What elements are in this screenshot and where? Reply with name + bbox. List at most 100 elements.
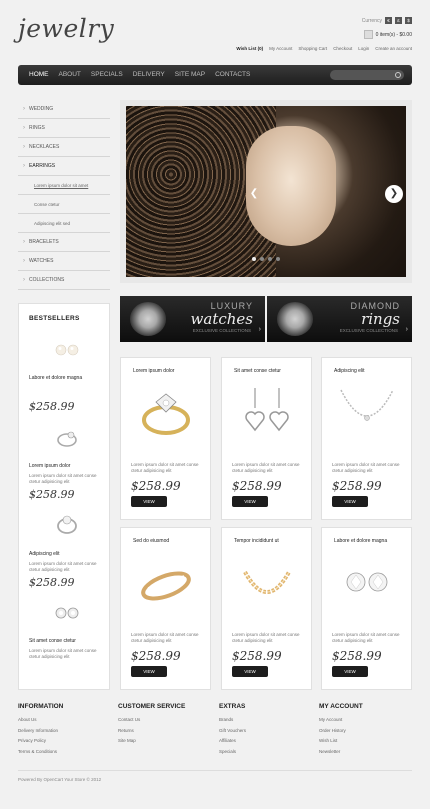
banner-watches[interactable]: LUXURY watches EXCLUSIVE COLLECTIONS › — [120, 296, 265, 342]
footer-link[interactable]: Order History — [319, 728, 409, 739]
banner-main-text: watches — [190, 310, 253, 328]
bestseller-name[interactable]: Adipiscing elit — [29, 551, 60, 557]
product-card: Tempor incididunt ut Lorem ipsum dolor s… — [221, 527, 312, 690]
nav-about[interactable]: About — [54, 65, 86, 85]
slider-dot[interactable] — [252, 257, 256, 261]
solitaire-ring-icon[interactable] — [52, 514, 82, 536]
bestseller-desc: Lorem ipsum dolor sit amet conse ctetur … — [29, 561, 97, 572]
footer-link[interactable]: Gift Vouchers — [219, 728, 309, 739]
watch-icon — [130, 302, 166, 336]
nav-specials[interactable]: Specials — [86, 65, 128, 85]
currency-pound-button[interactable]: £ — [395, 17, 402, 24]
view-button[interactable]: View — [332, 496, 368, 507]
product-title[interactable]: Lorem ipsum dolor — [133, 368, 174, 374]
footer-link[interactable]: Site Map — [118, 738, 208, 749]
category-watches[interactable]: Watches — [18, 252, 110, 271]
stud-earrings-icon[interactable] — [52, 602, 82, 624]
checkout-link[interactable]: Checkout — [333, 46, 352, 51]
diamond-studs-icon[interactable] — [337, 552, 397, 614]
product-title[interactable]: Sit amet conse ctetur — [234, 368, 281, 374]
view-button[interactable]: View — [131, 496, 167, 507]
view-button[interactable]: View — [131, 666, 167, 677]
create-account-link[interactable]: Create an account — [375, 46, 412, 51]
footer-link[interactable]: About Us — [18, 717, 108, 728]
nav-contacts[interactable]: Contacts — [210, 65, 255, 85]
chevron-right-icon: › — [258, 326, 261, 333]
category-necklaces[interactable]: Necklaces — [18, 138, 110, 157]
footer-link[interactable]: Specials — [219, 749, 309, 760]
currency-euro-button[interactable]: € — [385, 17, 392, 24]
product-desc: Lorem ipsum dolor sit amet conse ctetur … — [131, 462, 199, 473]
hero-image-face — [246, 126, 336, 246]
category-earrings[interactable]: Earrings — [18, 157, 110, 176]
footer-link[interactable]: Delivery Information — [18, 728, 108, 739]
footer-link[interactable]: Returns — [118, 728, 208, 739]
category-collections[interactable]: Collections — [18, 271, 110, 290]
hero-image — [126, 106, 406, 277]
nav-home[interactable]: Home — [24, 65, 54, 85]
site-logo[interactable]: jewelry — [18, 14, 114, 43]
category-rings[interactable]: Rings — [18, 119, 110, 138]
footer-link[interactable]: Wish List — [319, 738, 409, 749]
my-account-link[interactable]: My Account — [269, 46, 292, 51]
powered-by-text: Powered By OpenCart Your Store © 2012 — [18, 777, 102, 782]
bestseller-name[interactable]: Lorem ipsum dolor — [29, 463, 70, 469]
wishlist-link[interactable]: Wish List (0) — [236, 46, 263, 51]
banner-rings[interactable]: DIAMOND rings EXCLUSIVE COLLECTIONS › — [267, 296, 412, 342]
cart-summary[interactable]: 0 item(s) - $0.00 — [363, 30, 412, 39]
slider-dot[interactable] — [268, 257, 272, 261]
product-title[interactable]: Sed do eiusmod — [133, 538, 169, 544]
slider-prev-button[interactable]: ❮ — [248, 188, 260, 200]
silver-necklace-icon[interactable] — [337, 382, 397, 444]
nav-delivery[interactable]: Delivery — [128, 65, 170, 85]
footer-divider — [18, 770, 412, 771]
shopping-cart-link[interactable]: Shopping Cart — [298, 46, 327, 51]
currency-dollar-button[interactable]: $ — [405, 17, 412, 24]
search-input[interactable] — [330, 70, 404, 80]
bestsellers-box: BESTSELLERS Labore et dolore magna $258.… — [18, 303, 110, 690]
product-price: $258.99 — [332, 649, 382, 663]
product-card: Labore et dolore magna Lorem ipsum dolor… — [321, 527, 412, 690]
product-title[interactable]: Labore et dolore magna — [334, 538, 387, 544]
slider-dot[interactable] — [260, 257, 264, 261]
footer-link[interactable]: Newsletter — [319, 749, 409, 760]
heart-earrings-icon[interactable] — [237, 382, 297, 444]
footer-my-account: My Account My Account Order History Wish… — [319, 703, 409, 759]
footer-link[interactable]: Privacy Policy — [18, 738, 108, 749]
cart-icon — [363, 30, 373, 39]
bestseller-name[interactable]: Sit amet conse ctetur — [29, 638, 76, 644]
slider-dot[interactable] — [276, 257, 280, 261]
category-wedding[interactable]: Wedding — [18, 100, 110, 119]
gold-bracelet-icon[interactable] — [237, 552, 297, 614]
subcategory-item[interactable]: Conse ctetur — [18, 195, 110, 214]
nav-site-map[interactable]: Site map — [170, 65, 210, 85]
bestseller-name[interactable]: Labore et dolore magna — [29, 375, 82, 381]
footer-customer-service: Customer Service Contact Us Returns Site… — [118, 703, 208, 749]
ring-icon — [277, 302, 313, 336]
category-bracelets[interactable]: Bracelets — [18, 233, 110, 252]
footer-link[interactable]: Terms & Conditions — [18, 749, 108, 760]
bestsellers-title: BESTSELLERS — [29, 315, 80, 322]
gold-ring-icon[interactable] — [136, 382, 196, 444]
pearl-earrings-icon[interactable] — [52, 339, 82, 361]
chevron-right-icon: › — [405, 326, 408, 333]
product-price: $258.99 — [232, 649, 282, 663]
subcategory-item[interactable]: Adipiscing elit sed — [18, 214, 110, 233]
bestseller-price: $258.99 — [29, 400, 75, 413]
diamond-ring-icon[interactable] — [52, 427, 82, 449]
footer-link[interactable]: Contact Us — [118, 717, 208, 728]
view-button[interactable]: View — [332, 666, 368, 677]
footer-link[interactable]: Brands — [219, 717, 309, 728]
band-ring-icon[interactable] — [136, 552, 196, 614]
subcategory-item[interactable]: Lorem ipsum dolor sit amet — [18, 176, 110, 195]
banner-sub-text: EXCLUSIVE COLLECTIONS — [192, 328, 251, 333]
product-title[interactable]: Adipiscing elit — [334, 368, 365, 374]
view-button[interactable]: View — [232, 666, 268, 677]
product-card: Sed do eiusmod Lorem ipsum dolor sit ame… — [120, 527, 211, 690]
product-title[interactable]: Tempor incididunt ut — [234, 538, 279, 544]
footer-link[interactable]: Affiliates — [219, 738, 309, 749]
footer-link[interactable]: My Account — [319, 717, 409, 728]
login-link[interactable]: Login — [358, 46, 369, 51]
view-button[interactable]: View — [232, 496, 268, 507]
slider-next-button[interactable]: ❯ — [385, 185, 403, 203]
